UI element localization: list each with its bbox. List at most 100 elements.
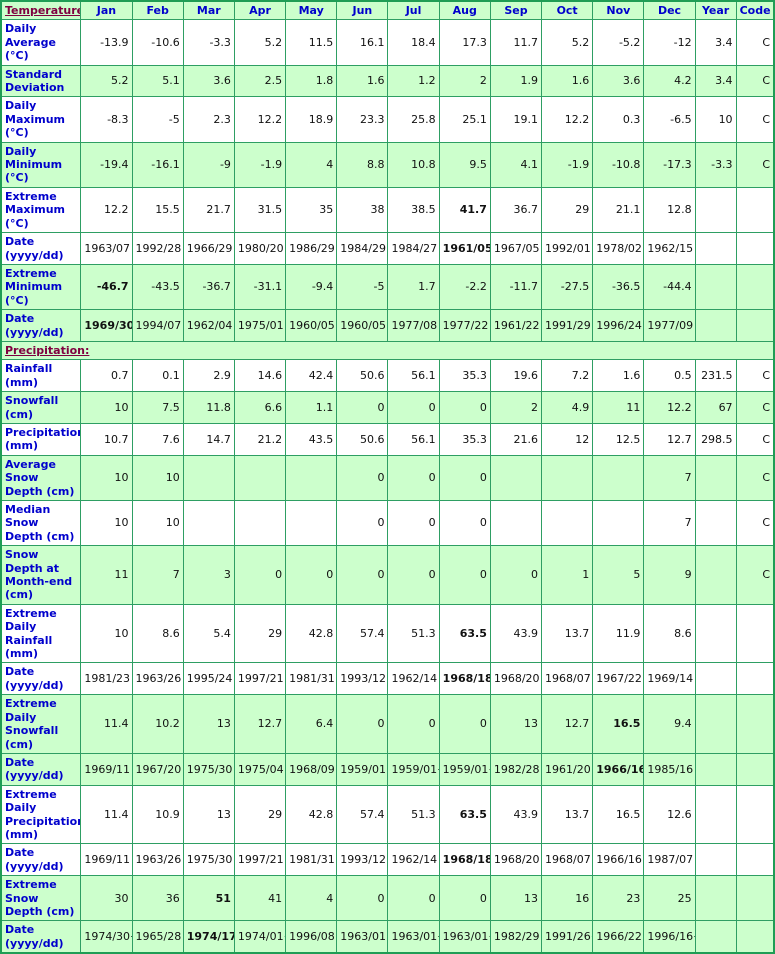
cell-oct: 5.2: [541, 19, 594, 66]
cell-jan: 12.2: [80, 186, 133, 234]
cell-mar: 14.7: [182, 422, 235, 456]
cell-jul: 25.8: [387, 96, 440, 143]
column-header-jul: Jul: [387, 0, 440, 21]
cell-year: [694, 454, 737, 502]
cell-oct: 29: [541, 186, 594, 234]
table-row: Date (yyyy/dd) 1969/11 1967/20 1975/30 1975/…: [0, 752, 775, 786]
cell-jul: 0: [387, 545, 440, 605]
column-header-mar: Mar: [182, 0, 235, 21]
cell-sep: 1968/20: [489, 843, 543, 877]
column-header-apr: Apr: [233, 0, 287, 21]
cell-may: 4: [285, 141, 338, 188]
row-label: Extreme Minimum (°C): [0, 263, 82, 311]
table-row: Date (yyyy/dd) 1963/07 1992/28 1966/29 1980/…: [0, 232, 775, 265]
row-label: Date (yyyy/dd): [0, 309, 82, 342]
row-label: Extreme Daily Rainfall (mm): [0, 603, 82, 664]
cell-year: [694, 875, 737, 922]
table-row: Precipitation (mm) 10.7 7.6 14.7 21.2 43.5 50.…: [0, 422, 775, 456]
cell-nov: 11: [592, 391, 645, 424]
cell-sep: 11.7: [489, 19, 543, 66]
table-row: Date (yyyy/dd) 1969/11 1963/26 1975/30 1997/…: [0, 843, 775, 877]
cell-code: C: [735, 96, 775, 143]
cell-oct: 13.7: [541, 784, 594, 845]
cell-aug: 1968/18: [438, 662, 491, 696]
cell-oct: 1961/20: [541, 752, 594, 786]
row-label: Precipitation (mm): [0, 422, 82, 456]
cell-jun: 0: [336, 454, 389, 502]
cell-jan: 11.4: [80, 694, 133, 754]
cell-feb: 1963/26: [131, 843, 184, 877]
cell-apr: 2.5: [233, 64, 287, 98]
cell-apr: 12.2: [233, 96, 287, 143]
table-row: Date (yyyy/dd) 1981/23 1963/26 1995/24 1997/…: [0, 662, 775, 696]
cell-dec: 1969/14: [643, 662, 696, 696]
cell-apr: 14.6: [233, 359, 287, 393]
cell-jun: 1959/01+: [336, 752, 389, 786]
cell-code: [735, 309, 775, 342]
cell-oct: 12.7: [541, 694, 594, 754]
cell-oct: 1968/07: [541, 662, 594, 696]
cell-nov: 23: [592, 875, 645, 922]
cell-jun: 8.8: [336, 141, 389, 188]
cell-jan: 0.7: [80, 359, 133, 393]
cell-nov: -36.5: [592, 263, 645, 311]
cell-nov: 1978/02: [592, 232, 645, 265]
cell-dec: 1996/16+: [643, 920, 696, 954]
cell-aug: 1961/05: [438, 232, 491, 265]
cell-feb: 7.6: [131, 422, 184, 456]
cell-dec: -6.5: [643, 96, 696, 143]
cell-jan: 11: [80, 545, 133, 605]
column-header-dec: Dec: [643, 0, 696, 21]
cell-oct: -27.5: [541, 263, 594, 311]
cell-sep: 43.9: [489, 784, 543, 845]
cell-jun: 57.4: [336, 784, 389, 845]
cell-code: [735, 186, 775, 234]
cell-mar: 11.8: [182, 391, 235, 424]
cell-jan: 10: [80, 603, 133, 664]
row-label: Date (yyyy/dd): [0, 232, 82, 265]
cell-may: 4: [285, 875, 338, 922]
cell-mar: [182, 499, 235, 547]
row-label: Daily Minimum (°C): [0, 141, 82, 188]
cell-may: 1.1: [285, 391, 338, 424]
table-header: Temperature: Jan Feb Mar Apr May Jun Jul Aug Sep…: [0, 0, 775, 21]
cell-jul: 56.1: [387, 422, 440, 456]
cell-may: 42.8: [285, 603, 338, 664]
cell-oct: 1.6: [541, 64, 594, 98]
cell-may: 1981/31: [285, 843, 338, 877]
cell-oct: 7.2: [541, 359, 594, 393]
cell-aug: -2.2: [438, 263, 491, 311]
cell-jun: 57.4: [336, 603, 389, 664]
row-label: Snowfall (cm): [0, 391, 82, 424]
cell-nov: 11.9: [592, 603, 645, 664]
cell-jul: 0: [387, 391, 440, 424]
cell-apr: 29: [233, 784, 287, 845]
cell-jun: 0: [336, 694, 389, 754]
column-header-feb: Feb: [131, 0, 184, 21]
cell-apr: -1.9: [233, 141, 287, 188]
cell-year: 67: [694, 391, 737, 424]
cell-aug: 0: [438, 391, 491, 424]
cell-sep: 19.1: [489, 96, 543, 143]
cell-aug: 0: [438, 694, 491, 754]
table-row: Daily Minimum (°C) -19.4 -16.1 -9 -1.9 4 8.8 10…: [0, 141, 775, 188]
cell-feb: -43.5: [131, 263, 184, 311]
cell-jun: -5: [336, 263, 389, 311]
table-row: Median Snow Depth (cm) 10 10 0 0 0 7 C: [0, 499, 775, 547]
cell-jul: 38.5: [387, 186, 440, 234]
cell-year: [694, 232, 737, 265]
cell-code: [735, 843, 775, 877]
cell-may: 1996/08: [285, 920, 338, 954]
table-row: Date (yyyy/dd)1974/30+1965/281974/17+197…: [0, 920, 775, 954]
cell-aug: 2: [438, 64, 491, 98]
cell-nov: 1966/16: [592, 843, 645, 877]
cell-year: 3.4: [694, 64, 737, 98]
cell-aug: 0: [438, 454, 491, 502]
table-row: Extreme Maximum (°C) 12.2 15.5 21.7 31.5 35 38…: [0, 186, 775, 234]
cell-jul: 1.2: [387, 64, 440, 98]
cell-sep: 21.6: [489, 422, 543, 456]
cell-jan: -13.9: [80, 19, 133, 66]
column-header-year: Year: [694, 0, 737, 21]
cell-jan: 1969/30: [80, 309, 133, 342]
cell-feb: 7: [131, 545, 184, 605]
